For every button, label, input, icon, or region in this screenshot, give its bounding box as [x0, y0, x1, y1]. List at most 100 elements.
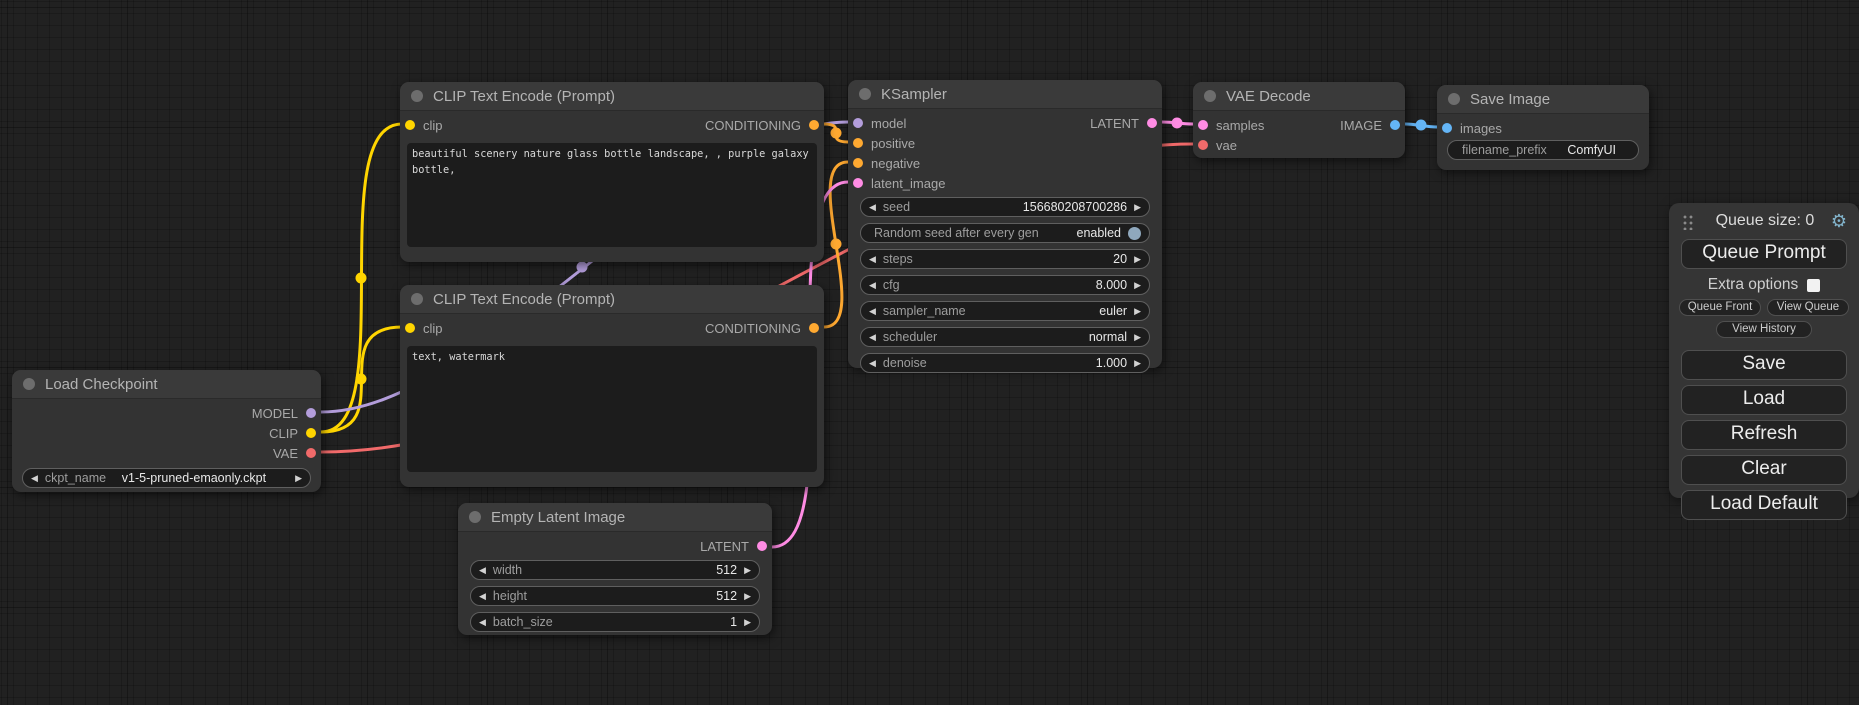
- input-slot-clip[interactable]: [405, 323, 415, 333]
- queue-front-button[interactable]: Queue Front: [1679, 299, 1761, 316]
- output-label: CONDITIONING: [705, 321, 801, 336]
- node-titlebar[interactable]: CLIP Text Encode (Prompt): [400, 82, 824, 111]
- node-ksampler[interactable]: KSampler model LATENT positive negative …: [848, 80, 1162, 368]
- load-button[interactable]: Load: [1681, 385, 1847, 415]
- node-titlebar[interactable]: Save Image: [1437, 85, 1649, 114]
- node-titlebar[interactable]: VAE Decode: [1193, 82, 1405, 111]
- collapse-dot-icon[interactable]: [1448, 93, 1460, 105]
- collapse-dot-icon[interactable]: [859, 88, 871, 100]
- batch-size-widget[interactable]: ◀ batch_size 1 ▶: [470, 612, 760, 632]
- prev-arrow-icon[interactable]: ◀: [31, 474, 38, 483]
- output-slot-conditioning[interactable]: [809, 120, 819, 130]
- next-arrow-icon[interactable]: ▶: [295, 474, 302, 483]
- widget-value: normal: [1089, 330, 1127, 344]
- random-seed-toggle-widget[interactable]: Random seed after every gen enabled: [860, 223, 1150, 243]
- next-arrow-icon[interactable]: ▶: [1134, 359, 1141, 368]
- widget-value: 8.000: [1096, 278, 1127, 292]
- input-slot-images[interactable]: [1442, 123, 1452, 133]
- input-slot-clip[interactable]: [405, 120, 415, 130]
- sampler-name-widget[interactable]: ◀ sampler_name euler ▶: [860, 301, 1150, 321]
- collapse-dot-icon[interactable]: [1204, 90, 1216, 102]
- steps-widget[interactable]: ◀ steps 20 ▶: [860, 249, 1150, 269]
- node-clip-text-encode-negative[interactable]: CLIP Text Encode (Prompt) clip CONDITION…: [400, 285, 824, 487]
- prev-arrow-icon[interactable]: ◀: [869, 281, 876, 290]
- save-button[interactable]: Save: [1681, 350, 1847, 380]
- node-save-image[interactable]: Save Image images filename_prefix ComfyU…: [1437, 85, 1649, 170]
- load-default-button[interactable]: Load Default: [1681, 490, 1847, 520]
- input-slot-model[interactable]: [853, 118, 863, 128]
- clear-button[interactable]: Clear: [1681, 455, 1847, 485]
- output-slot-vae[interactable]: [306, 448, 316, 458]
- node-title: Load Checkpoint: [45, 376, 158, 393]
- next-arrow-icon[interactable]: ▶: [744, 566, 751, 575]
- input-slot-positive[interactable]: [853, 138, 863, 148]
- next-arrow-icon[interactable]: ▶: [744, 592, 751, 601]
- input-slot-vae[interactable]: [1198, 140, 1208, 150]
- widget-label: batch_size: [493, 615, 553, 629]
- node-titlebar[interactable]: Empty Latent Image: [458, 503, 772, 532]
- link-dot: [1172, 118, 1183, 129]
- collapse-dot-icon[interactable]: [411, 90, 423, 102]
- positive-prompt-textarea[interactable]: beautiful scenery nature glass bottle la…: [407, 143, 817, 247]
- prev-arrow-icon[interactable]: ◀: [869, 255, 876, 264]
- input-label: clip: [423, 321, 443, 336]
- next-arrow-icon[interactable]: ▶: [1134, 333, 1141, 342]
- output-label: CLIP: [269, 426, 298, 441]
- queue-size-label: Queue size: 0: [1699, 212, 1831, 230]
- seed-widget[interactable]: ◀ seed 156680208700286 ▶: [860, 197, 1150, 217]
- next-arrow-icon[interactable]: ▶: [1134, 307, 1141, 316]
- queue-prompt-button[interactable]: Queue Prompt: [1681, 239, 1847, 269]
- ckpt-name-widget[interactable]: ◀ ckpt_name v1-5-pruned-emaonly.ckpt ▶: [22, 468, 311, 488]
- output-label: LATENT: [700, 539, 749, 554]
- input-slot-latent-image[interactable]: [853, 178, 863, 188]
- next-arrow-icon[interactable]: ▶: [1134, 281, 1141, 290]
- node-titlebar[interactable]: Load Checkpoint: [12, 370, 321, 399]
- node-load-checkpoint[interactable]: Load Checkpoint MODEL CLIP VAE ◀ ckpt_na…: [12, 370, 321, 492]
- output-slot-image[interactable]: [1390, 120, 1400, 130]
- widget-value: 156680208700286: [1023, 200, 1127, 214]
- toggle-enabled-icon[interactable]: [1128, 227, 1141, 240]
- collapse-dot-icon[interactable]: [469, 511, 481, 523]
- prev-arrow-icon[interactable]: ◀: [869, 333, 876, 342]
- output-slot-model[interactable]: [306, 408, 316, 418]
- next-arrow-icon[interactable]: ▶: [1134, 255, 1141, 264]
- drag-handle-icon[interactable]: [1681, 213, 1693, 230]
- gear-icon[interactable]: ⚙: [1831, 212, 1847, 230]
- output-slot-conditioning[interactable]: [809, 323, 819, 333]
- view-queue-button[interactable]: View Queue: [1767, 299, 1849, 316]
- prev-arrow-icon[interactable]: ◀: [479, 592, 486, 601]
- link-dot: [356, 273, 367, 284]
- node-clip-text-encode-positive[interactable]: CLIP Text Encode (Prompt) clip CONDITION…: [400, 82, 824, 262]
- input-slot-samples[interactable]: [1198, 120, 1208, 130]
- negative-prompt-textarea[interactable]: text, watermark: [407, 346, 817, 472]
- extra-options-checkbox[interactable]: [1807, 279, 1820, 292]
- filename-prefix-widget[interactable]: filename_prefix ComfyUI: [1447, 140, 1639, 160]
- prev-arrow-icon[interactable]: ◀: [869, 359, 876, 368]
- node-titlebar[interactable]: CLIP Text Encode (Prompt): [400, 285, 824, 314]
- prev-arrow-icon[interactable]: ◀: [869, 307, 876, 316]
- denoise-widget[interactable]: ◀ denoise 1.000 ▶: [860, 353, 1150, 373]
- height-widget[interactable]: ◀ height 512 ▶: [470, 586, 760, 606]
- prev-arrow-icon[interactable]: ◀: [869, 203, 876, 212]
- prev-arrow-icon[interactable]: ◀: [479, 618, 486, 627]
- node-titlebar[interactable]: KSampler: [848, 80, 1162, 109]
- next-arrow-icon[interactable]: ▶: [744, 618, 751, 627]
- node-vae-decode[interactable]: VAE Decode samples IMAGE vae: [1193, 82, 1405, 158]
- scheduler-widget[interactable]: ◀ scheduler normal ▶: [860, 327, 1150, 347]
- prev-arrow-icon[interactable]: ◀: [479, 566, 486, 575]
- output-slot-latent[interactable]: [757, 541, 767, 551]
- widget-label: Random seed after every gen: [869, 226, 1039, 240]
- input-slot-negative[interactable]: [853, 158, 863, 168]
- view-history-button[interactable]: View History: [1716, 321, 1812, 338]
- queue-panel[interactable]: Queue size: 0 ⚙ Queue Prompt Extra optio…: [1669, 203, 1859, 498]
- node-empty-latent-image[interactable]: Empty Latent Image LATENT ◀ width 512 ▶ …: [458, 503, 772, 635]
- input-label: images: [1460, 121, 1502, 136]
- output-slot-latent[interactable]: [1147, 118, 1157, 128]
- collapse-dot-icon[interactable]: [23, 378, 35, 390]
- refresh-button[interactable]: Refresh: [1681, 420, 1847, 450]
- cfg-widget[interactable]: ◀ cfg 8.000 ▶: [860, 275, 1150, 295]
- collapse-dot-icon[interactable]: [411, 293, 423, 305]
- output-slot-clip[interactable]: [306, 428, 316, 438]
- next-arrow-icon[interactable]: ▶: [1134, 203, 1141, 212]
- width-widget[interactable]: ◀ width 512 ▶: [470, 560, 760, 580]
